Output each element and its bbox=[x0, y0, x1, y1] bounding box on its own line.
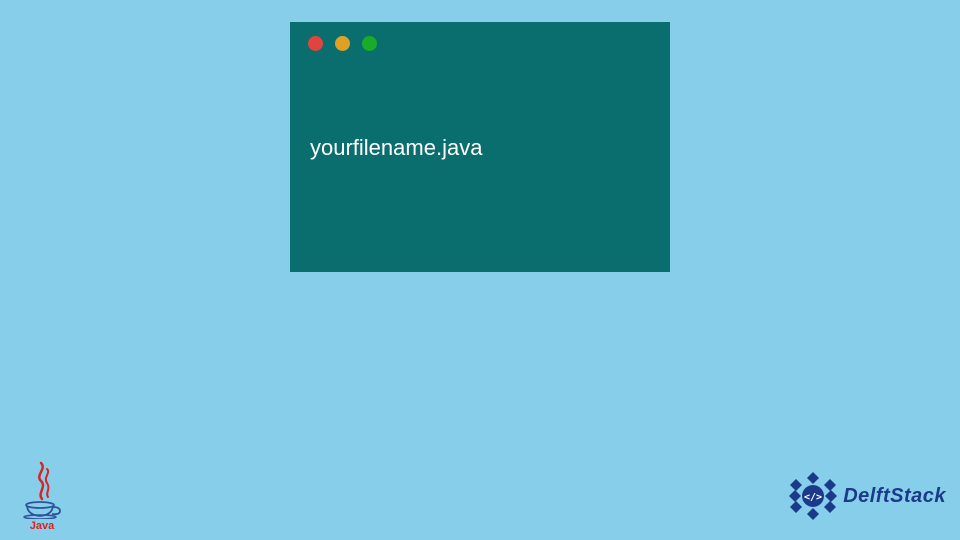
java-cup-icon bbox=[22, 501, 62, 519]
svg-text:</>: </> bbox=[804, 492, 822, 503]
delftstack-emblem-icon: </> bbox=[787, 470, 839, 522]
java-steam-icon bbox=[27, 461, 57, 501]
maximize-icon[interactable] bbox=[362, 36, 377, 51]
window-titlebar bbox=[290, 22, 670, 65]
java-logo-label: Java bbox=[30, 520, 54, 532]
delftstack-logo-label: DelftStack bbox=[843, 485, 946, 508]
delftstack-logo: </> DelftStack bbox=[787, 470, 946, 522]
close-icon[interactable] bbox=[308, 36, 323, 51]
minimize-icon[interactable] bbox=[335, 36, 350, 51]
code-content: yourfilename.java bbox=[290, 65, 670, 181]
code-window: yourfilename.java bbox=[290, 22, 670, 272]
java-logo: Java bbox=[12, 452, 72, 532]
